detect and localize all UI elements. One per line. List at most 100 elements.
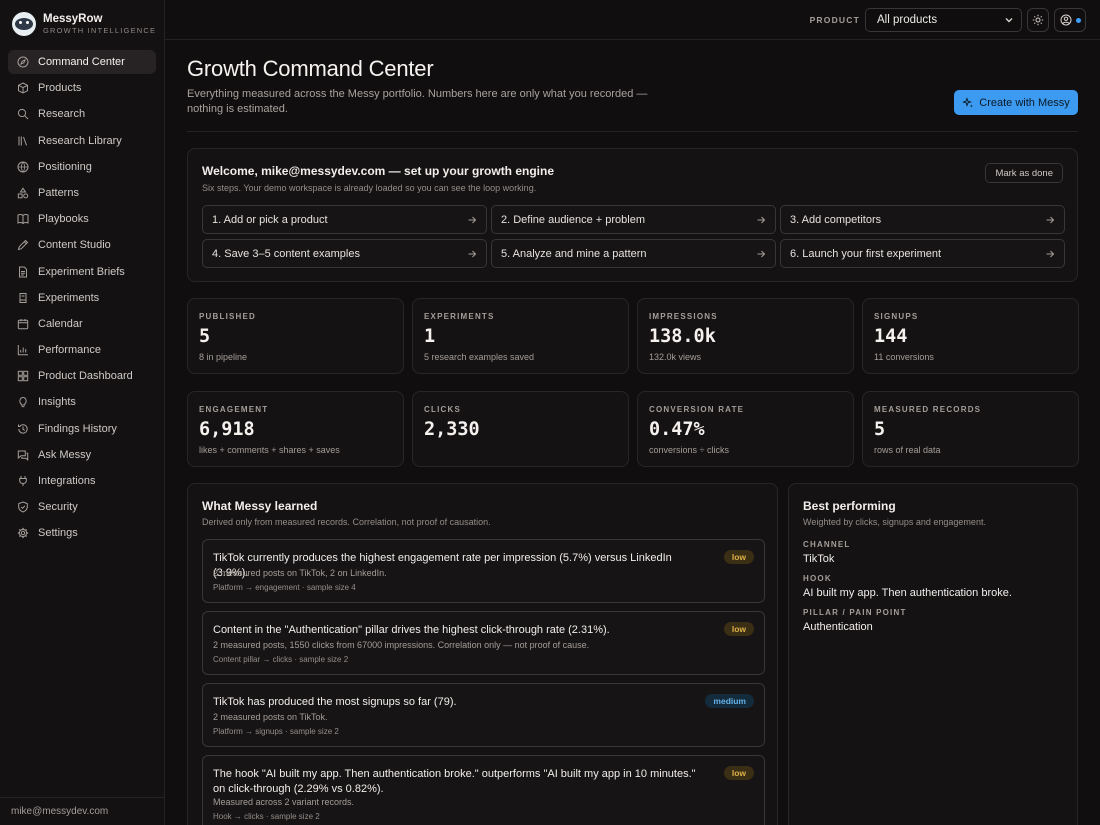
- sidebar-item-patterns[interactable]: Patterns: [8, 181, 156, 205]
- chat-icon: [17, 450, 29, 461]
- plug-icon: [17, 475, 29, 487]
- brand-tagline: GROWTH INTELLIGENCE: [43, 26, 157, 35]
- setup-step-2[interactable]: 2. Define audience + problem: [491, 205, 776, 234]
- confidence-badge: low: [723, 622, 754, 636]
- stat-note: rows of real data: [874, 445, 941, 455]
- finding-detail: Measured across 2 variant records.: [213, 797, 355, 807]
- sidebar-item-product-dashboard[interactable]: Product Dashboard: [8, 364, 156, 388]
- account-button[interactable]: [1054, 8, 1086, 32]
- topbar: PRODUCT All products: [165, 0, 1100, 40]
- setup-step-6[interactable]: 6. Launch your first experiment: [780, 239, 1065, 268]
- sidebar-item-label: Research Library: [38, 134, 122, 147]
- stat-label: ENGAGEMENT: [199, 405, 269, 414]
- stat-card-engagement: ENGAGEMENT 6,918 likes + comments + shares…: [187, 391, 404, 467]
- sparkles-icon: [962, 96, 974, 107]
- setup-step-label: 2. Define audience + problem: [501, 213, 646, 226]
- stat-value: 144: [874, 326, 908, 347]
- brand[interactable]: MessyRow GROWTH INTELLIGENCE: [12, 12, 156, 36]
- mark-as-done-button[interactable]: Mark as done: [985, 163, 1063, 183]
- shapes-icon: [17, 187, 29, 199]
- stat-note: likes + comments + shares + saves: [199, 445, 340, 455]
- finding-meta: Platform → signups · sample size 2: [213, 727, 339, 736]
- sidebar-item-playbooks[interactable]: Playbooks: [8, 207, 156, 231]
- logo-icon: [12, 12, 36, 36]
- arrow-right-icon: [756, 215, 766, 225]
- sidebar-item-label: Experiment Briefs: [38, 265, 125, 278]
- confidence-badge: medium: [705, 694, 754, 708]
- sidebar-item-label: Findings History: [38, 422, 117, 435]
- finding-meta: Hook → clicks · sample size 2: [213, 812, 320, 821]
- hook-value: AI built my app. Then authentication bro…: [803, 587, 1012, 599]
- sidebar-item-command-center[interactable]: Command Center: [8, 50, 156, 74]
- sidebar-item-label: Experiments: [38, 291, 100, 304]
- target-icon: [17, 161, 29, 173]
- finding-card[interactable]: The hook "AI built my app. Then authenti…: [202, 755, 765, 825]
- sidebar-item-settings[interactable]: Settings: [8, 521, 156, 545]
- stat-label: CLICKS: [424, 405, 461, 414]
- stat-value: 2,330: [424, 419, 480, 440]
- sun-icon: [1032, 14, 1044, 26]
- plug-icon: [19, 476, 27, 486]
- sidebar-item-label: Playbooks: [38, 213, 89, 226]
- gear-icon: [17, 527, 29, 539]
- target-icon: [17, 161, 29, 173]
- user-email[interactable]: mike@messydev.com: [0, 797, 165, 825]
- finding-card[interactable]: TikTok has produced the most signups so …: [202, 683, 765, 747]
- stat-note: 132.0k views: [649, 352, 702, 362]
- stat-label: EXPERIMENTS: [424, 312, 495, 321]
- pillar-label: PILLAR / PAIN POINT: [803, 608, 907, 617]
- product-select[interactable]: All products: [865, 8, 1022, 32]
- sidebar-item-label: Integrations: [38, 475, 96, 487]
- setup-step-1[interactable]: 1. Add or pick a product: [202, 205, 487, 234]
- stat-label: PUBLISHED: [199, 312, 257, 321]
- sidebar-item-insights[interactable]: Insights: [8, 390, 156, 414]
- sidebar-item-security[interactable]: Security: [8, 495, 156, 519]
- finding-detail: 2 measured posts, 1550 clicks from 67000…: [213, 640, 590, 650]
- stat-card-conversion-rate: CONVERSION RATE 0.47% conversions ÷ clicks: [637, 391, 854, 467]
- calendar-icon: [17, 318, 29, 330]
- sidebar-item-research-library[interactable]: Research Library: [8, 129, 156, 153]
- search-icon: [17, 108, 29, 120]
- finding-title: The hook "AI built my app. Then authenti…: [213, 768, 696, 795]
- stat-card-published: PUBLISHED 5 8 in pipeline: [187, 298, 404, 374]
- compass-icon: [17, 56, 29, 68]
- chevron-down-icon: [1005, 18, 1013, 23]
- finding-card[interactable]: Content in the "Authentication" pillar d…: [202, 611, 765, 675]
- sidebar-item-experiment-briefs[interactable]: Experiment Briefs: [8, 260, 156, 284]
- sidebar-item-ask-messy[interactable]: Ask Messy: [8, 443, 156, 467]
- sidebar-item-research[interactable]: Research: [8, 102, 156, 126]
- sidebar-item-products[interactable]: Products: [8, 76, 156, 100]
- arrow-right-icon: [467, 249, 477, 259]
- sidebar-item-content-studio[interactable]: Content Studio: [8, 233, 156, 257]
- library-icon: [18, 136, 27, 146]
- book-icon: [17, 214, 29, 225]
- create-button-label: Create with Messy: [979, 96, 1070, 109]
- setup-step-label: 6. Launch your first experiment: [790, 247, 942, 260]
- setup-step-3[interactable]: 3. Add competitors: [780, 205, 1065, 234]
- finding-title: Content in the "Authentication" pillar d…: [213, 624, 610, 636]
- sidebar-item-performance[interactable]: Performance: [8, 338, 156, 362]
- sidebar-item-label: Security: [38, 501, 78, 514]
- sidebar-item-calendar[interactable]: Calendar: [8, 312, 156, 336]
- setup-step-4[interactable]: 4. Save 3–5 content examples: [202, 239, 487, 268]
- sidebar-item-experiments[interactable]: Experiments: [8, 286, 156, 310]
- finding-card[interactable]: TikTok currently produces the highest en…: [202, 539, 765, 603]
- setup-step-5[interactable]: 5. Analyze and mine a pattern: [491, 239, 776, 268]
- sidebar-item-positioning[interactable]: Positioning: [8, 155, 156, 179]
- theme-toggle-button[interactable]: [1027, 8, 1049, 32]
- stat-value: 1: [424, 326, 436, 347]
- history-icon: [18, 423, 28, 434]
- stat-card-clicks: CLICKS 2,330: [412, 391, 629, 467]
- sidebar-item-findings-history[interactable]: Findings History: [8, 417, 156, 441]
- welcome-title: Welcome, mike@messydev.com — set up your…: [202, 164, 555, 178]
- sidebar-item-integrations[interactable]: Integrations: [8, 469, 156, 493]
- learned-subtitle: Derived only from measured records. Corr…: [202, 517, 491, 527]
- create-with-messy-button[interactable]: Create with Messy: [954, 90, 1078, 115]
- sidebar-item-label: Research: [38, 108, 86, 121]
- stat-note: 5 research examples saved: [424, 352, 535, 362]
- box-icon: [18, 82, 28, 94]
- stat-card-experiments: EXPERIMENTS 1 5 research examples saved: [412, 298, 629, 374]
- chat-icon: [17, 449, 29, 461]
- pen-icon: [17, 239, 29, 251]
- sidebar-item-label: Patterns: [38, 186, 79, 199]
